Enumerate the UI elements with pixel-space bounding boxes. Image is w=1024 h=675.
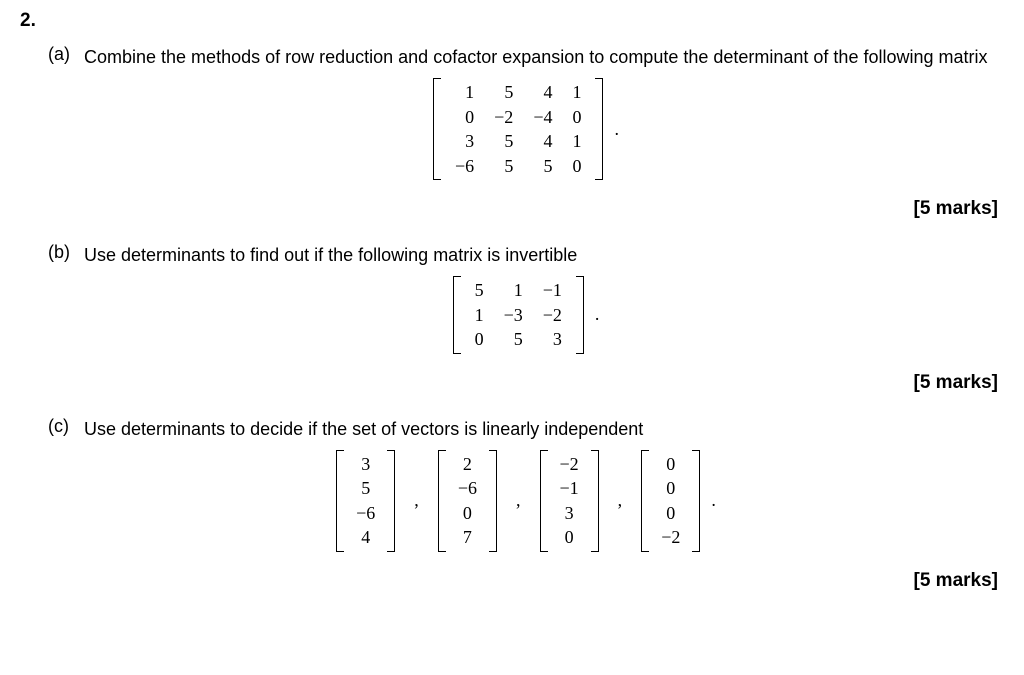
- question-number: 2.: [20, 10, 1004, 32]
- part-a-text: Combine the methods of row reduction and…: [84, 44, 1004, 70]
- part-b-trail: .: [589, 304, 600, 325]
- part-a-trail: .: [608, 119, 619, 140]
- part-a-matrix: 1541 0−2−40 3541 −6550: [433, 78, 603, 180]
- part-c-marks: [5 marks]: [20, 570, 998, 592]
- part-b-label: (b): [48, 242, 74, 263]
- vector-3: −2 −1 3 0: [540, 450, 599, 552]
- part-b-marks: [5 marks]: [20, 372, 998, 394]
- vector-2: 2 −6 0 7: [438, 450, 497, 552]
- vector-sep-2: ,: [502, 490, 535, 511]
- part-c-trail: .: [705, 490, 716, 511]
- vector-1: 3 5 −6 4: [336, 450, 395, 552]
- part-a-marks: [5 marks]: [20, 198, 998, 220]
- part-b-text: Use determinants to find out if the foll…: [84, 242, 1004, 268]
- vector-sep-1: ,: [400, 490, 433, 511]
- part-c: (c) Use determinants to decide if the se…: [48, 416, 1004, 552]
- vector-sep-3: ,: [604, 490, 637, 511]
- part-b: (b) Use determinants to find out if the …: [48, 242, 1004, 354]
- part-a: (a) Combine the methods of row reduction…: [48, 44, 1004, 180]
- part-a-label: (a): [48, 44, 74, 65]
- part-b-matrix: 51−1 1−3−2 053: [453, 276, 584, 354]
- vector-4: 0 0 0 −2: [641, 450, 700, 552]
- part-c-text: Use determinants to decide if the set of…: [84, 416, 1004, 442]
- part-c-label: (c): [48, 416, 74, 437]
